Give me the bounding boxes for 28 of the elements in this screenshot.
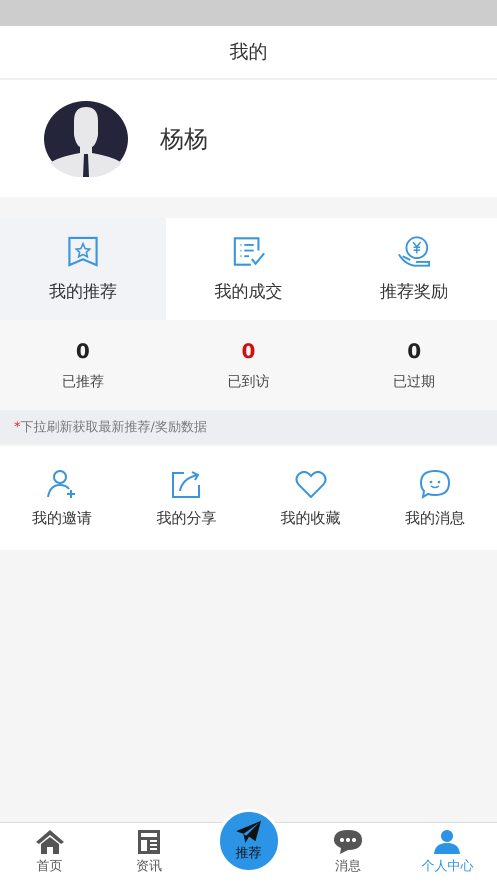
coin-hand-icon (397, 235, 432, 268)
bookmark-star-icon (66, 235, 100, 268)
user-icon (432, 829, 462, 855)
stat-value: 0 (76, 339, 90, 363)
tab-item[interactable]: 消息 (332, 823, 363, 883)
share-icon (170, 468, 202, 498)
stat-value: 0 (242, 339, 256, 363)
shortcut-item[interactable]: 我的邀请 (0, 446, 124, 550)
stat-label: 已推荐 (62, 373, 104, 391)
tab-item[interactable]: 资讯 (134, 823, 164, 883)
page-title: 我的 (230, 40, 268, 65)
avatar[interactable] (44, 100, 128, 176)
chat-bubble-icon (418, 468, 451, 498)
paper-plane-icon (234, 820, 263, 844)
checklist-icon (232, 235, 266, 268)
tab-item[interactable]: 首页 (34, 823, 65, 883)
shortcut-item[interactable]: 我的收藏 (248, 446, 373, 550)
stat-label: 已到访 (228, 373, 270, 391)
shortcut-item[interactable]: 我的分享 (124, 446, 248, 550)
menu-tile[interactable]: 我的推荐 (0, 218, 166, 320)
stat-value: 0 (407, 339, 422, 363)
heart-icon (294, 468, 327, 498)
chat-bubble-icon (332, 829, 363, 855)
stat-label: 已过期 (393, 373, 436, 391)
user-name: 杨杨 (160, 124, 208, 154)
shortcut-item[interactable]: 我的消息 (372, 446, 497, 550)
home-icon (34, 829, 65, 855)
notice-text: *下拉刷新获取最新推荐/奖励数据 (14, 419, 207, 436)
